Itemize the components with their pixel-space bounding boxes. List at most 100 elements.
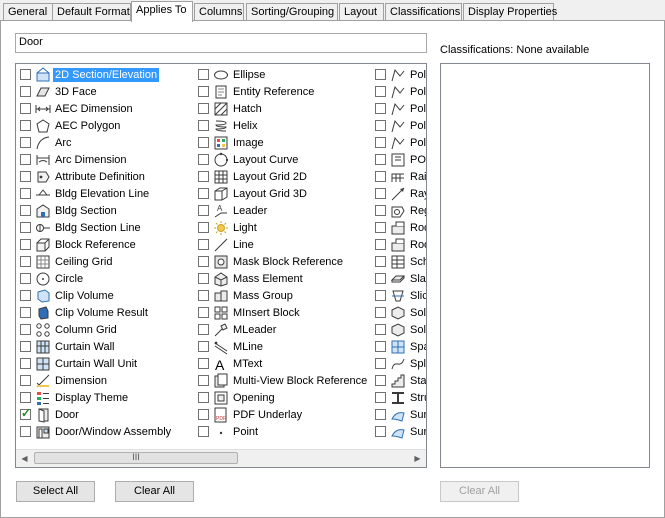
mass-element-checkbox[interactable] — [198, 273, 209, 284]
tab-general[interactable]: General — [3, 3, 53, 20]
multi-view-block-reference-checkbox[interactable] — [198, 375, 209, 386]
list-item-hatch[interactable]: Hatch — [198, 100, 264, 117]
list-item-clip-volume[interactable]: Clip Volume — [20, 287, 116, 304]
list-item-curtain-wall[interactable]: Curtain Wall — [20, 338, 117, 355]
scroll-thumb[interactable]: III — [34, 452, 238, 464]
list-item-opening[interactable]: Opening — [198, 389, 277, 406]
list-item-spli[interactable]: Spli — [375, 355, 426, 372]
list-item-roo[interactable]: Roo — [375, 236, 426, 253]
rail-checkbox[interactable] — [375, 171, 386, 182]
leader-checkbox[interactable] — [198, 205, 209, 216]
attribute-definition-checkbox[interactable] — [20, 171, 31, 182]
list-item-poly[interactable]: Poly — [375, 100, 426, 117]
list-item-column-grid[interactable]: Column Grid — [20, 321, 119, 338]
spa-checkbox[interactable] — [375, 341, 386, 352]
ray-checkbox[interactable] — [375, 188, 386, 199]
layout-grid-3d-checkbox[interactable] — [198, 188, 209, 199]
layout-curve-checkbox[interactable] — [198, 154, 209, 165]
list-item-mass-element[interactable]: Mass Element — [198, 270, 305, 287]
list-item-roo[interactable]: Roo — [375, 219, 426, 236]
list-item-mtext[interactable]: A MText — [198, 355, 264, 373]
curtain-wall-unit-checkbox[interactable] — [20, 358, 31, 369]
aec-dimension-checkbox[interactable] — [20, 103, 31, 114]
list-item-mleader[interactable]: MLeader — [198, 321, 278, 338]
poly-checkbox[interactable] — [375, 137, 386, 148]
clip-volume-checkbox[interactable] — [20, 290, 31, 301]
list-item-light[interactable]: Light — [198, 219, 259, 236]
mass-group-checkbox[interactable] — [198, 290, 209, 301]
list-item-soli[interactable]: Soli — [375, 304, 426, 321]
list-item-circle[interactable]: Circle — [20, 270, 85, 287]
tab-default-format[interactable]: Default Format — [52, 3, 131, 20]
mleader-checkbox[interactable] — [198, 324, 209, 335]
opening-checkbox[interactable] — [198, 392, 209, 403]
aec-polygon-checkbox[interactable] — [20, 120, 31, 131]
list-item-entity-reference[interactable]: Entity Reference — [198, 83, 316, 100]
tab-display-properties[interactable]: Display Properties — [463, 3, 557, 20]
2d-section-elevation-checkbox[interactable] — [20, 69, 31, 80]
surf-checkbox[interactable] — [375, 426, 386, 437]
list-item-clip-volume-result[interactable]: Clip Volume Result — [20, 304, 150, 321]
list-item-door[interactable]: Door — [20, 406, 81, 423]
list-item-multi-view-block-reference[interactable]: Multi-View Block Reference — [198, 372, 369, 389]
list-item-layout-curve[interactable]: Layout Curve — [198, 151, 300, 168]
list-item-slic[interactable]: Slic — [375, 287, 426, 304]
arc-dimension-checkbox[interactable] — [20, 154, 31, 165]
list-item-2d-section-elevation[interactable]: 2D Section/Elevation — [20, 66, 160, 83]
mtext-checkbox[interactable] — [198, 358, 209, 369]
soli-checkbox[interactable] — [375, 324, 386, 335]
entity-reference-checkbox[interactable] — [198, 86, 209, 97]
list-item-pdf-underlay[interactable]: PDF PDF Underlay — [198, 406, 304, 423]
list-item-spa[interactable]: Spa — [375, 338, 426, 355]
reg-checkbox[interactable] — [375, 205, 386, 216]
hatch-checkbox[interactable] — [198, 103, 209, 114]
list-item-surf[interactable]: Surf — [375, 406, 426, 423]
list-item-minsert-block[interactable]: MInsert Block — [198, 304, 302, 321]
bldg-section-line-checkbox[interactable] — [20, 222, 31, 233]
list-item-bldg-section[interactable]: Bldg Section — [20, 202, 119, 219]
list-item-poly[interactable]: Poly — [375, 134, 426, 151]
poly-checkbox[interactable] — [375, 103, 386, 114]
circle-checkbox[interactable] — [20, 273, 31, 284]
list-item-reg[interactable]: Reg — [375, 202, 426, 219]
clear-all-button[interactable]: Clear All — [115, 481, 194, 502]
list-item-arc[interactable]: Arc — [20, 134, 74, 151]
clip-volume-result-checkbox[interactable] — [20, 307, 31, 318]
spli-checkbox[interactable] — [375, 358, 386, 369]
slab-checkbox[interactable] — [375, 273, 386, 284]
list-item-stai[interactable]: Stai — [375, 372, 426, 389]
roo-checkbox[interactable] — [375, 239, 386, 250]
list-item-door-window-assembly[interactable]: Door/Window Assembly — [20, 423, 173, 440]
door-checkbox[interactable] — [20, 406, 31, 420]
ellipse-checkbox[interactable] — [198, 69, 209, 80]
mask-block-reference-checkbox[interactable] — [198, 256, 209, 267]
light-checkbox[interactable] — [198, 222, 209, 233]
door-window-assembly-checkbox[interactable] — [20, 426, 31, 437]
list-item-poly[interactable]: Poly — [375, 66, 426, 83]
sch-checkbox[interactable] — [375, 256, 386, 267]
list-item-layout-grid-2d[interactable]: Layout Grid 2D — [198, 168, 309, 185]
list-item-rail[interactable]: Rail — [375, 168, 426, 185]
list-item-helix[interactable]: Helix — [198, 117, 259, 134]
list-item-aec-polygon[interactable]: AEC Polygon — [20, 117, 122, 134]
select-all-button[interactable]: Select All — [16, 481, 95, 502]
slic-checkbox[interactable] — [375, 290, 386, 301]
line-checkbox[interactable] — [198, 239, 209, 250]
pdf-underlay-checkbox[interactable] — [198, 409, 209, 420]
layout-grid-2d-checkbox[interactable] — [198, 171, 209, 182]
block-reference-checkbox[interactable] — [20, 239, 31, 250]
tab-applies-to[interactable]: Applies To — [131, 1, 193, 22]
classifications-list[interactable] — [440, 63, 650, 468]
poly-checkbox[interactable] — [375, 120, 386, 131]
list-item-image[interactable]: Image — [198, 134, 266, 151]
object-type-list[interactable]: 2D Section/Elevation 3D Face AEC Dimension… — [15, 63, 427, 468]
arc-checkbox[interactable] — [20, 137, 31, 148]
curtain-wall-checkbox[interactable] — [20, 341, 31, 352]
minsert-block-checkbox[interactable] — [198, 307, 209, 318]
list-item-dimension[interactable]: Dimension — [20, 372, 109, 389]
list-item-attribute-definition[interactable]: Attribute Definition — [20, 168, 147, 185]
stai-checkbox[interactable] — [375, 375, 386, 386]
point-checkbox[interactable] — [198, 426, 209, 437]
list-item-ceiling-grid[interactable]: Ceiling Grid — [20, 253, 114, 270]
filter-input[interactable]: Door — [15, 33, 427, 53]
